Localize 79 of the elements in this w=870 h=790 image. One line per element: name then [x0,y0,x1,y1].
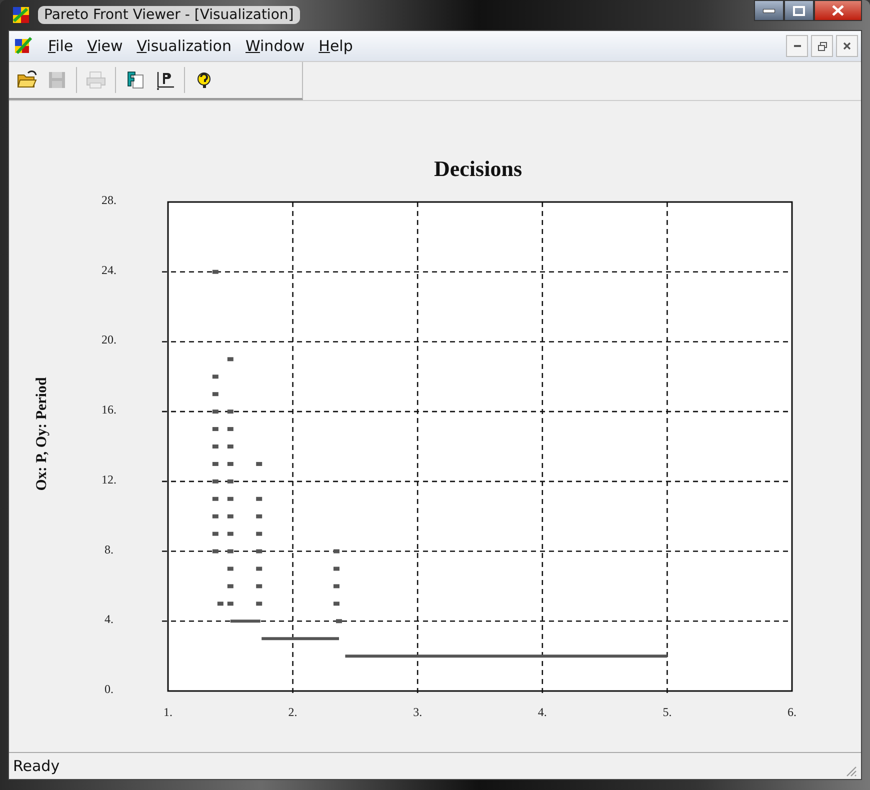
menu-item[interactable]: File [41,35,80,57]
data-point [227,479,234,484]
data-point [212,549,218,554]
data-point [227,584,234,588]
data-point [212,270,218,274]
app-logo-icon [12,6,30,24]
data-point [227,549,234,554]
data-point [333,584,340,588]
x-tick-label: 3. [413,705,422,719]
data-point [212,392,218,396]
data-point [256,602,262,606]
data-point [212,444,218,448]
data-point [212,496,218,501]
y-tick-label: 8. [104,542,114,556]
minimize-button[interactable] [754,0,784,21]
x-tick-label: 5. [662,705,672,719]
resize-grip-icon[interactable] [845,765,857,777]
data-point [227,514,234,518]
chart-title: Decisions [434,156,522,181]
data-point [227,410,234,414]
data-point [336,619,342,624]
close-button[interactable] [836,35,858,57]
data-point [227,462,234,466]
y-tick-label: 12. [102,472,116,486]
maximize-button[interactable] [784,0,814,21]
y-tick-label: 28. [102,193,116,207]
data-point [333,602,340,606]
data-point [256,496,262,501]
data-point [227,566,234,571]
maximize-icon [793,6,805,16]
data-point [212,374,218,379]
data-point [227,532,234,536]
x-tick-label: 1. [164,705,172,719]
x-tick-label: 6. [788,705,796,719]
data-point [256,584,262,588]
data-point [212,532,218,536]
data-point [256,514,262,518]
y-tick-label: 20. [102,332,116,347]
data-point [212,479,218,484]
restore-icon [818,42,826,50]
menu-item[interactable]: Visualization [130,35,238,57]
data-point [212,462,218,466]
minimize-icon [763,8,775,12]
y-tick-label: 0. [104,682,114,696]
x-tick-label: 4. [538,705,547,719]
data-point [227,427,234,432]
data-point [256,566,262,571]
restore-button[interactable] [811,35,833,57]
data-point [227,496,234,501]
data-point [227,357,234,362]
data-point [217,602,224,606]
menu-item[interactable]: View [80,35,130,57]
document-logo-icon[interactable] [13,36,35,56]
close-button[interactable] [814,0,862,21]
y-tick-label: 16. [102,402,116,417]
y-axis-label: Ox: P, Oy: Period [34,377,50,491]
data-point [212,514,218,518]
y-tick-label: 4. [104,612,114,626]
data-point [212,410,218,414]
printer-icon [85,69,107,91]
menu-item[interactable]: Window [238,35,312,57]
data-point [256,462,262,466]
data-point [256,532,262,536]
data-point [333,549,340,554]
x-tick-label: 2. [288,705,298,719]
p-axes-icon [154,69,176,91]
window-title: Pareto Front Viewer - [Visualization] [38,6,300,24]
minimize-icon [794,45,800,47]
data-point [212,427,218,432]
close-icon [843,42,851,50]
menu-item[interactable]: Help [312,35,360,57]
status-text: Ready [13,757,60,775]
close-icon [832,5,844,16]
minimize-button[interactable] [786,35,808,57]
data-point [333,566,340,571]
data-point [227,444,234,448]
y-tick-label: 24. [102,262,116,277]
data-point [256,549,262,554]
data-point [227,602,234,606]
